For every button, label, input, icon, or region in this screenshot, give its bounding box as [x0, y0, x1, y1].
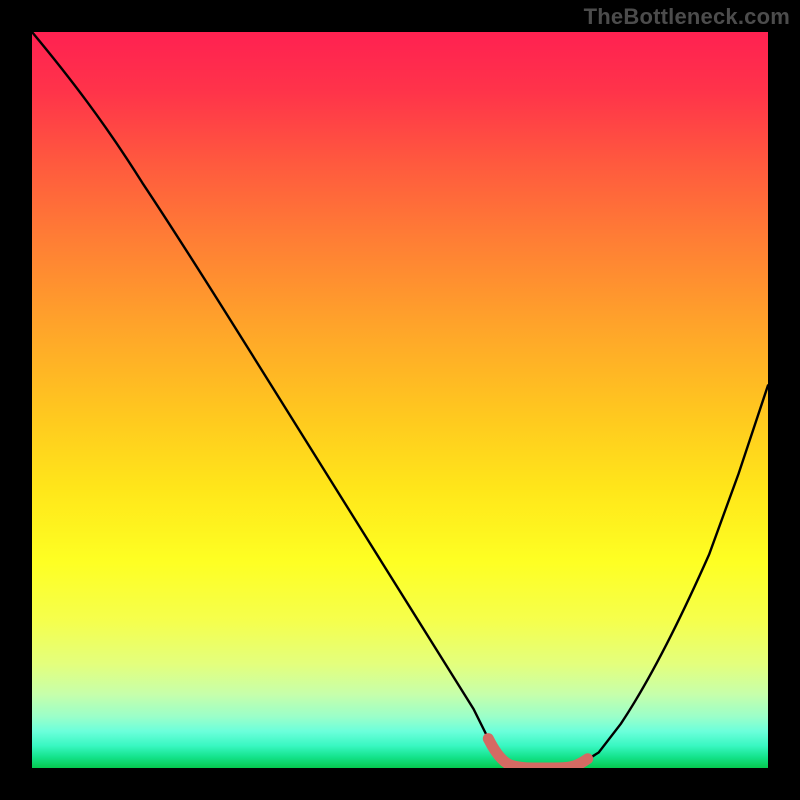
- chart-frame: TheBottleneck.com: [0, 0, 800, 800]
- watermark-text: TheBottleneck.com: [584, 4, 790, 30]
- bottleneck-curve: [32, 32, 768, 768]
- plot-area: [32, 32, 768, 768]
- highlight-segment: [488, 739, 587, 768]
- curve-layer: [32, 32, 768, 768]
